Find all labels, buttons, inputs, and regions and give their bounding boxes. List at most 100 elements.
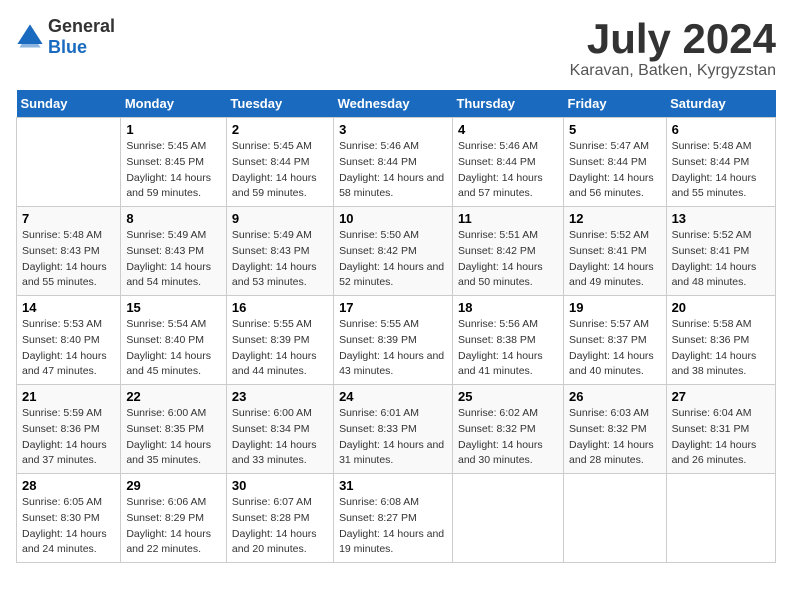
day-number: 7 (22, 211, 115, 226)
day-number: 17 (339, 300, 447, 315)
day-info: Sunrise: 5:49 AMSunset: 8:43 PMDaylight:… (232, 228, 328, 291)
day-info: Sunrise: 5:53 AMSunset: 8:40 PMDaylight:… (22, 317, 115, 380)
calendar-cell: 6 Sunrise: 5:48 AMSunset: 8:44 PMDaylight… (666, 118, 775, 207)
week-row-4: 21 Sunrise: 5:59 AMSunset: 8:36 PMDayligh… (17, 385, 776, 474)
day-number: 6 (672, 122, 770, 137)
day-number: 27 (672, 389, 770, 404)
day-header-monday: Monday (121, 90, 227, 118)
calendar-cell: 26Sunrise: 6:03 AMSunset: 8:32 PMDayligh… (564, 385, 667, 474)
day-number: 1 (126, 122, 221, 137)
day-number: 4 (458, 122, 558, 137)
day-info: Sunrise: 5:46 AMSunset: 8:44 PMDaylight:… (339, 139, 447, 202)
calendar-table: SundayMondayTuesdayWednesdayThursdayFrid… (16, 90, 776, 563)
day-number: 30 (232, 478, 328, 493)
calendar-cell: 3 Sunrise: 5:46 AMSunset: 8:44 PMDaylight… (334, 118, 453, 207)
day-info: Sunrise: 5:56 AMSunset: 8:38 PMDaylight:… (458, 317, 558, 380)
calendar-cell: 21 Sunrise: 5:59 AMSunset: 8:36 PMDayligh… (17, 385, 121, 474)
day-number: 14 (22, 300, 115, 315)
calendar-cell: 10 Sunrise: 5:50 AMSunset: 8:42 PMDayligh… (334, 207, 453, 296)
day-header-thursday: Thursday (452, 90, 563, 118)
day-info: Sunrise: 6:01 AMSunset: 8:33 PMDaylight:… (339, 406, 447, 469)
calendar-cell: 17 Sunrise: 5:55 AMSunset: 8:39 PMDayligh… (334, 296, 453, 385)
calendar-cell: 11Sunrise: 5:51 AMSunset: 8:42 PMDayligh… (452, 207, 563, 296)
calendar-cell: 30 Sunrise: 6:07 AMSunset: 8:28 PMDayligh… (226, 474, 333, 563)
day-info: Sunrise: 5:47 AMSunset: 8:44 PMDaylight:… (569, 139, 661, 202)
day-number: 20 (672, 300, 770, 315)
calendar-cell: 25 Sunrise: 6:02 AMSunset: 8:32 PMDayligh… (452, 385, 563, 474)
calendar-cell: 15Sunrise: 5:54 AMSunset: 8:40 PMDayligh… (121, 296, 227, 385)
day-number: 29 (126, 478, 221, 493)
calendar-cell: 29 Sunrise: 6:06 AMSunset: 8:29 PMDayligh… (121, 474, 227, 563)
day-number: 2 (232, 122, 328, 137)
day-info: Sunrise: 6:08 AMSunset: 8:27 PMDaylight:… (339, 495, 447, 558)
calendar-cell: 12 Sunrise: 5:52 AMSunset: 8:41 PMDayligh… (564, 207, 667, 296)
day-info: Sunrise: 5:57 AMSunset: 8:37 PMDaylight:… (569, 317, 661, 380)
calendar-cell: 16 Sunrise: 5:55 AMSunset: 8:39 PMDayligh… (226, 296, 333, 385)
day-info: Sunrise: 5:48 AMSunset: 8:44 PMDaylight:… (672, 139, 770, 202)
calendar-cell (666, 474, 775, 563)
calendar-cell: 19Sunrise: 5:57 AMSunset: 8:37 PMDayligh… (564, 296, 667, 385)
day-info: Sunrise: 5:54 AMSunset: 8:40 PMDaylight:… (126, 317, 221, 380)
day-info: Sunrise: 5:58 AMSunset: 8:36 PMDaylight:… (672, 317, 770, 380)
day-number: 22 (126, 389, 221, 404)
calendar-cell: 9 Sunrise: 5:49 AMSunset: 8:43 PMDaylight… (226, 207, 333, 296)
day-number: 5 (569, 122, 661, 137)
calendar-cell: 7 Sunrise: 5:48 AMSunset: 8:43 PMDaylight… (17, 207, 121, 296)
day-number: 13 (672, 211, 770, 226)
day-info: Sunrise: 6:05 AMSunset: 8:30 PMDaylight:… (22, 495, 115, 558)
calendar-cell: 18Sunrise: 5:56 AMSunset: 8:38 PMDayligh… (452, 296, 563, 385)
day-info: Sunrise: 6:00 AMSunset: 8:34 PMDaylight:… (232, 406, 328, 469)
day-info: Sunrise: 6:02 AMSunset: 8:32 PMDaylight:… (458, 406, 558, 469)
day-info: Sunrise: 5:50 AMSunset: 8:42 PMDaylight:… (339, 228, 447, 291)
day-info: Sunrise: 5:48 AMSunset: 8:43 PMDaylight:… (22, 228, 115, 291)
calendar-cell: 23 Sunrise: 6:00 AMSunset: 8:34 PMDayligh… (226, 385, 333, 474)
day-number: 25 (458, 389, 558, 404)
day-number: 16 (232, 300, 328, 315)
week-row-2: 7 Sunrise: 5:48 AMSunset: 8:43 PMDaylight… (17, 207, 776, 296)
week-row-3: 14 Sunrise: 5:53 AMSunset: 8:40 PMDayligh… (17, 296, 776, 385)
day-number: 28 (22, 478, 115, 493)
calendar-cell: 14 Sunrise: 5:53 AMSunset: 8:40 PMDayligh… (17, 296, 121, 385)
logo-icon (16, 23, 44, 51)
day-info: Sunrise: 5:51 AMSunset: 8:42 PMDaylight:… (458, 228, 558, 291)
day-info: Sunrise: 5:46 AMSunset: 8:44 PMDaylight:… (458, 139, 558, 202)
logo: General Blue (16, 16, 115, 58)
calendar-cell: 1Sunrise: 5:45 AMSunset: 8:45 PMDaylight… (121, 118, 227, 207)
day-number: 21 (22, 389, 115, 404)
logo-text-blue: Blue (48, 37, 87, 57)
day-number: 31 (339, 478, 447, 493)
calendar-cell: 24 Sunrise: 6:01 AMSunset: 8:33 PMDayligh… (334, 385, 453, 474)
day-info: Sunrise: 5:52 AMSunset: 8:41 PMDaylight:… (672, 228, 770, 291)
day-info: Sunrise: 5:55 AMSunset: 8:39 PMDaylight:… (339, 317, 447, 380)
calendar-cell: 31 Sunrise: 6:08 AMSunset: 8:27 PMDayligh… (334, 474, 453, 563)
day-number: 9 (232, 211, 328, 226)
day-number: 12 (569, 211, 661, 226)
calendar-cell: 27 Sunrise: 6:04 AMSunset: 8:31 PMDayligh… (666, 385, 775, 474)
calendar-cell (17, 118, 121, 207)
day-number: 24 (339, 389, 447, 404)
day-info: Sunrise: 5:52 AMSunset: 8:41 PMDaylight:… (569, 228, 661, 291)
day-info: Sunrise: 5:45 AMSunset: 8:44 PMDaylight:… (232, 139, 328, 202)
day-number: 10 (339, 211, 447, 226)
page-header: General Blue July 2024 Karavan, Batken, … (16, 16, 776, 80)
day-info: Sunrise: 5:55 AMSunset: 8:39 PMDaylight:… (232, 317, 328, 380)
day-number: 3 (339, 122, 447, 137)
calendar-cell: 20 Sunrise: 5:58 AMSunset: 8:36 PMDayligh… (666, 296, 775, 385)
day-info: Sunrise: 6:04 AMSunset: 8:31 PMDaylight:… (672, 406, 770, 469)
calendar-cell: 13 Sunrise: 5:52 AMSunset: 8:41 PMDayligh… (666, 207, 775, 296)
calendar-cell: 8Sunrise: 5:49 AMSunset: 8:43 PMDaylight… (121, 207, 227, 296)
day-info: Sunrise: 6:07 AMSunset: 8:28 PMDaylight:… (232, 495, 328, 558)
day-header-friday: Friday (564, 90, 667, 118)
calendar-cell (452, 474, 563, 563)
location-subtitle: Karavan, Batken, Kyrgyzstan (570, 62, 776, 80)
calendar-cell: 22Sunrise: 6:00 AMSunset: 8:35 PMDayligh… (121, 385, 227, 474)
week-row-5: 28 Sunrise: 6:05 AMSunset: 8:30 PMDayligh… (17, 474, 776, 563)
day-number: 8 (126, 211, 221, 226)
day-info: Sunrise: 5:59 AMSunset: 8:36 PMDaylight:… (22, 406, 115, 469)
calendar-cell (564, 474, 667, 563)
calendar-cell: 2 Sunrise: 5:45 AMSunset: 8:44 PMDaylight… (226, 118, 333, 207)
calendar-cell: 5 Sunrise: 5:47 AMSunset: 8:44 PMDaylight… (564, 118, 667, 207)
calendar-cell: 28 Sunrise: 6:05 AMSunset: 8:30 PMDayligh… (17, 474, 121, 563)
day-info: Sunrise: 6:06 AMSunset: 8:29 PMDaylight:… (126, 495, 221, 558)
day-number: 23 (232, 389, 328, 404)
